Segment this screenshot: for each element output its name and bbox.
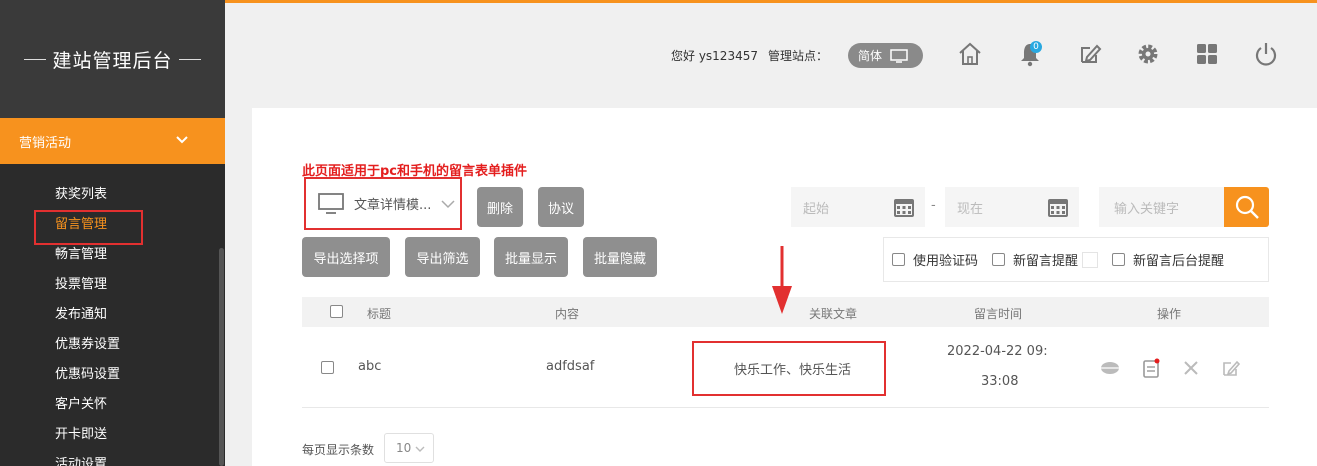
date-end-input[interactable]: 现在 [945, 187, 1079, 227]
power-icon[interactable] [1252, 40, 1280, 68]
row-time-line2: 33:08 [981, 374, 1019, 389]
export-selected-button[interactable]: 导出选择项 [302, 237, 390, 277]
captcha-label: 使用验证码 [913, 254, 979, 269]
sidebar-item-votes[interactable]: 投票管理 [0, 270, 225, 300]
date-end-placeholder: 现在 [957, 201, 984, 217]
top-accent-line [225, 0, 1317, 3]
chevron-down-icon [441, 199, 455, 208]
calendar-icon [1048, 199, 1068, 217]
language-site-button[interactable]: 简体 [848, 43, 923, 68]
header-action: 操作 [1157, 307, 1182, 321]
date-start-input[interactable]: 起始 [791, 187, 925, 227]
batch-hide-button[interactable]: 批量隐藏 [583, 237, 657, 277]
backend-alert-checkbox[interactable] [1112, 253, 1126, 266]
date-separator: - [931, 198, 936, 213]
backend-alert-option[interactable]: 新留言后台提醒 [1112, 250, 1224, 269]
notification-badge: 0 [1030, 41, 1042, 53]
sidebar-menu: 获奖列表 留言管理 畅言管理 投票管理 发布通知 优惠券设置 优惠码设置 客户关… [0, 180, 225, 466]
site-label: 管理站点： [768, 49, 829, 63]
search-button[interactable] [1224, 187, 1269, 227]
sidebar-section-marketing[interactable]: 营销活动 [0, 118, 225, 164]
sidebar-item-customer-care[interactable]: 客户关怀 [0, 390, 225, 420]
annotation-arrow [772, 246, 792, 314]
monitor-icon [890, 48, 908, 63]
sidebar-section-label: 营销活动 [19, 135, 72, 151]
keyword-search-input[interactable]: 输入关键字 [1099, 187, 1225, 227]
sidebar-item-changyan[interactable]: 畅言管理 [0, 240, 225, 270]
export-filtered-button[interactable]: 导出筛选 [405, 237, 480, 277]
new-message-alert-label: 新留言提醒 [1013, 254, 1079, 269]
alert-settings-box[interactable] [1082, 251, 1099, 268]
search-icon [1235, 195, 1259, 219]
captcha-option[interactable]: 使用验证码 [892, 250, 978, 269]
close-icon[interactable] [1181, 358, 1201, 378]
article-highlight-box [692, 341, 886, 396]
page-size-label: 每页显示条数 [302, 443, 375, 457]
template-select-value: 文章详情模... [354, 198, 432, 213]
row-content: adfdsaf [546, 359, 595, 374]
home-icon[interactable] [956, 40, 984, 68]
sidebar-item-card-gift[interactable]: 开卡即送 [0, 420, 225, 450]
sidebar: 建站管理后台 营销活动 获奖列表 留言管理 畅言管理 投票管理 发布通知 优惠券… [0, 0, 225, 466]
agreement-button[interactable]: 协议 [538, 187, 584, 227]
gear-icon[interactable] [1134, 40, 1162, 68]
page-size-value: 10 [396, 441, 412, 455]
captcha-checkbox[interactable] [892, 253, 905, 266]
edit-icon[interactable] [1076, 40, 1104, 68]
sidebar-item-notices[interactable]: 发布通知 [0, 300, 225, 330]
eye-icon[interactable] [1100, 358, 1120, 378]
page-size-select[interactable]: 10 [384, 433, 434, 463]
row-title: abc [358, 359, 382, 374]
chevron-down-icon [415, 446, 425, 452]
language-label: 简体 [858, 49, 883, 63]
date-start-placeholder: 起始 [803, 201, 830, 217]
chevron-down-icon [176, 136, 188, 144]
sidebar-item-activity-settings[interactable]: 活动设置 [0, 450, 225, 466]
new-message-alert-option[interactable]: 新留言提醒 [992, 250, 1078, 269]
backend-alert-label: 新留言后台提醒 [1133, 254, 1225, 269]
delete-button[interactable]: 删除 [477, 187, 523, 227]
template-select[interactable]: 文章详情模... [304, 177, 462, 230]
header-content: 内容 [555, 307, 580, 321]
row-checkbox[interactable] [321, 361, 334, 374]
sidebar-item-promo-codes[interactable]: 优惠码设置 [0, 360, 225, 390]
sidebar-item-messages[interactable]: 留言管理 [0, 210, 225, 245]
user-greeting: 您好 ys123457 [671, 49, 758, 63]
apps-icon[interactable] [1193, 40, 1221, 68]
search-placeholder: 输入关键字 [1114, 201, 1180, 217]
edit-icon[interactable] [1221, 358, 1241, 378]
sidebar-item-prize-list[interactable]: 获奖列表 [0, 180, 225, 210]
header-title: 标题 [367, 307, 392, 321]
calendar-icon [894, 199, 914, 217]
header-article: 关联文章 [809, 307, 858, 321]
sidebar-item-coupons[interactable]: 优惠券设置 [0, 330, 225, 360]
options-group: 使用验证码 新留言提醒 新留言后台提醒 [883, 237, 1269, 282]
batch-show-button[interactable]: 批量显示 [494, 237, 568, 277]
row-time-line1: 2022-04-22 09: [947, 344, 1048, 359]
select-all-checkbox[interactable] [330, 305, 343, 318]
detail-icon[interactable] [1141, 358, 1161, 378]
brand-title: 建站管理后台 [0, 0, 225, 118]
sidebar-scrollbar[interactable] [219, 248, 224, 466]
new-message-alert-checkbox[interactable] [992, 253, 1006, 266]
header-time: 留言时间 [974, 307, 1023, 321]
monitor-icon [318, 192, 344, 214]
